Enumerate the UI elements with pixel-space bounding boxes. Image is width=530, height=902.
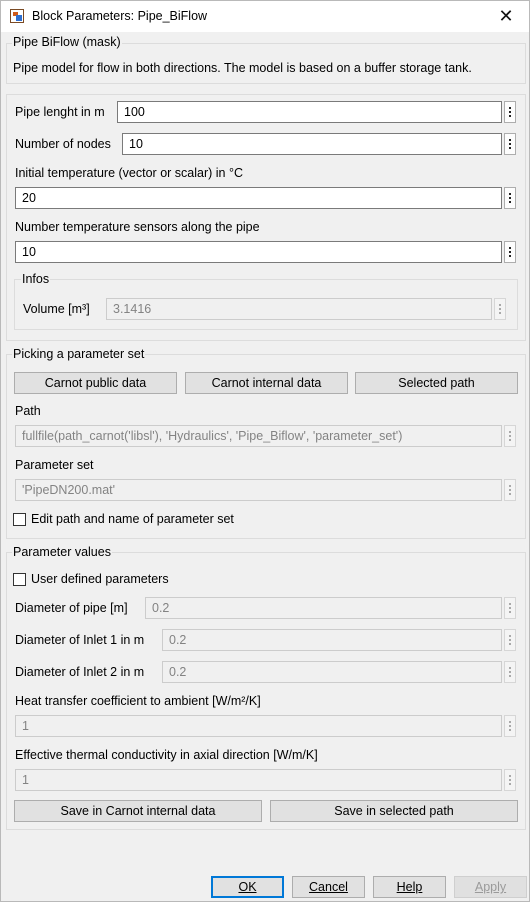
parameter-values-header: Parameter values [12, 545, 112, 559]
conductivity-input: 1 [15, 769, 502, 791]
parameter-set-options-icon [504, 479, 516, 501]
close-icon[interactable]: ✕ [493, 5, 519, 27]
mask-description: Pipe model for flow in both directions. … [13, 61, 472, 75]
sensors-input[interactable]: 10 [15, 241, 502, 263]
diameter-inlet2-input: 0.2 [162, 661, 502, 683]
dialog-window: Block Parameters: Pipe_BiFlow ✕ Pipe BiF… [0, 0, 530, 902]
pipe-length-input[interactable]: 100 [117, 101, 502, 123]
initial-temperature-label: Initial temperature (vector or scalar) i… [15, 166, 243, 180]
cancel-button-label: Cancel [309, 880, 348, 894]
pipe-length-options-icon[interactable] [504, 101, 516, 123]
user-defined-checkbox-label[interactable]: User defined parameters [31, 572, 169, 586]
path-input: fullfile(path_carnot('libsl'), 'Hydrauli… [15, 425, 502, 447]
heat-transfer-input: 1 [15, 715, 502, 737]
window-title: Block Parameters: Pipe_BiFlow [32, 9, 208, 23]
parameter-set-label: Parameter set [15, 458, 94, 472]
help-button-label: Help [396, 880, 423, 894]
save-internal-button[interactable]: Save in Carnot internal data [14, 800, 262, 822]
carnot-internal-data-button[interactable]: Carnot internal data [185, 372, 348, 394]
edit-path-checkbox[interactable] [13, 513, 26, 526]
user-defined-checkbox[interactable] [13, 573, 26, 586]
diameter-inlet2-label: Diameter of Inlet 2 in m [15, 665, 145, 679]
initial-temperature-options-icon[interactable] [504, 187, 516, 209]
ok-button-label: OK [238, 880, 257, 894]
diameter-inlet1-input: 0.2 [162, 629, 502, 651]
pipe-length-label: Pipe lenght in m [15, 105, 105, 119]
apply-button-label: Apply [474, 880, 507, 894]
diameter-pipe-options-icon [504, 597, 516, 619]
cancel-button[interactable]: Cancel [292, 876, 365, 898]
diameter-inlet1-label: Diameter of Inlet 1 in m [15, 633, 145, 647]
path-label: Path [15, 404, 41, 418]
initial-temperature-input[interactable]: 20 [15, 187, 502, 209]
save-selected-path-button[interactable]: Save in selected path [270, 800, 518, 822]
path-options-icon [504, 425, 516, 447]
heat-transfer-label: Heat transfer coefficient to ambient [W/… [15, 694, 261, 708]
carnot-public-data-button[interactable]: Carnot public data [14, 372, 177, 394]
parameter-set-input: 'PipeDN200.mat' [15, 479, 502, 501]
conductivity-label: Effective thermal conductivity in axial … [15, 748, 318, 762]
conductivity-options-icon [504, 769, 516, 791]
heat-transfer-options-icon [504, 715, 516, 737]
sensors-label: Number temperature sensors along the pip… [15, 220, 260, 234]
diameter-inlet2-options-icon [504, 661, 516, 683]
nodes-label: Number of nodes [15, 137, 111, 151]
edit-path-checkbox-label[interactable]: Edit path and name of parameter set [31, 512, 234, 526]
block-parameters-icon [10, 9, 24, 23]
sensors-options-icon[interactable] [504, 241, 516, 263]
nodes-input[interactable]: 10 [122, 133, 502, 155]
volume-input: 3.1416 [106, 298, 492, 320]
picking-header: Picking a parameter set [12, 347, 146, 361]
help-button[interactable]: Help [373, 876, 446, 898]
diameter-pipe-input: 0.2 [145, 597, 502, 619]
nodes-options-icon[interactable] [504, 133, 516, 155]
ok-button[interactable]: OK [211, 876, 284, 898]
selected-path-button[interactable]: Selected path [355, 372, 518, 394]
apply-button[interactable]: Apply [454, 876, 527, 898]
volume-options-icon [494, 298, 506, 320]
title-bar: Block Parameters: Pipe_BiFlow ✕ [1, 1, 529, 32]
volume-label: Volume [m³] [23, 302, 90, 316]
diameter-inlet1-options-icon [504, 629, 516, 651]
diameter-pipe-label: Diameter of pipe [m] [15, 601, 128, 615]
infos-header: Infos [21, 272, 51, 286]
mask-header: Pipe BiFlow (mask) [12, 35, 122, 49]
